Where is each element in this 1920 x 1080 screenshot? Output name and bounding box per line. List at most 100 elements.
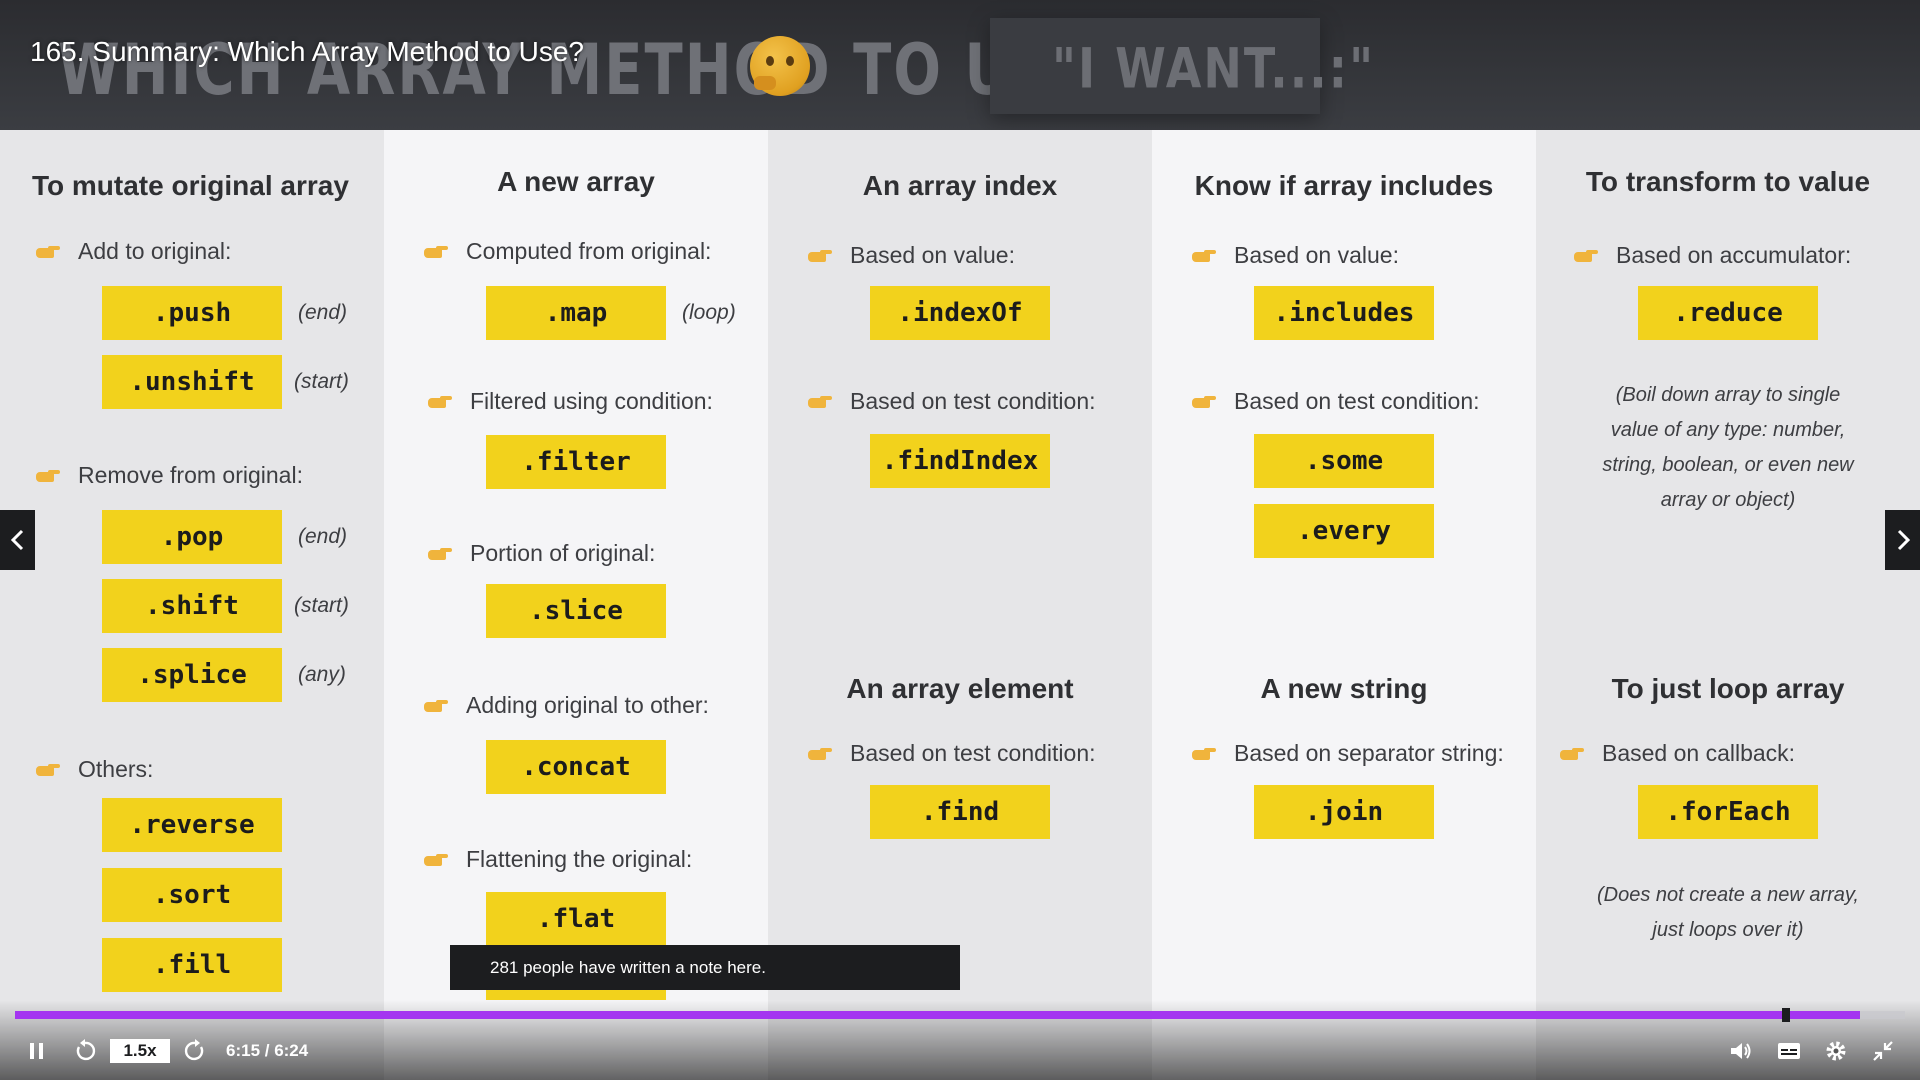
method-note: (start) xyxy=(294,594,349,617)
method-note: (end) xyxy=(298,525,348,548)
captions-button[interactable] xyxy=(1772,1034,1806,1068)
rewind-icon xyxy=(76,1039,96,1061)
progress-bar[interactable] xyxy=(15,1008,1905,1022)
method-concat: .concat xyxy=(486,740,666,794)
volume-button[interactable] xyxy=(1724,1034,1758,1068)
video-frame[interactable]: WHICH ARRAY METHOD TO USE? "I WANT...:" … xyxy=(0,0,1920,1080)
next-lecture-button[interactable] xyxy=(1885,510,1920,570)
method-note: (loop) xyxy=(682,301,736,324)
method-every: .every xyxy=(1254,504,1434,558)
rewind-button[interactable] xyxy=(68,1034,102,1068)
method-reverse: .reverse xyxy=(102,798,282,852)
column-title: To just loop array xyxy=(1611,673,1845,704)
column-title: An array element xyxy=(846,673,1074,704)
group-label: Based on test condition: xyxy=(808,740,1096,767)
column-transform: To transform to value Based on accumulat… xyxy=(1536,130,1920,1080)
column-title: Know if array includes xyxy=(1194,170,1494,201)
settings-button[interactable] xyxy=(1819,1034,1853,1068)
previous-lecture-button[interactable] xyxy=(0,510,35,570)
method-flat: .flat xyxy=(486,892,666,946)
group-label: Adding original to other: xyxy=(424,692,709,719)
pointing-hand-icon xyxy=(808,747,832,760)
group-label: Portion of original: xyxy=(428,540,655,567)
pointing-hand-icon xyxy=(1192,249,1216,262)
pointing-hand-icon xyxy=(1192,747,1216,760)
method-includes: .includes xyxy=(1254,286,1434,340)
group-label: Others: xyxy=(36,756,153,783)
method-note: (start) xyxy=(294,370,349,393)
group-label: Flattening the original: xyxy=(424,846,692,873)
method-pop: .pop xyxy=(102,510,282,564)
pointing-hand-icon xyxy=(428,395,452,408)
note-marker[interactable] xyxy=(1782,1008,1790,1022)
column-title: A new array xyxy=(497,166,655,197)
pointing-hand-icon xyxy=(424,245,448,258)
forward-icon xyxy=(184,1039,204,1061)
reduce-description: (Boil down array to single value of any … xyxy=(1602,384,1854,511)
progress-fill xyxy=(15,1011,1860,1019)
pause-icon xyxy=(30,1043,43,1059)
column-title: An array index xyxy=(862,170,1058,201)
volume-icon xyxy=(1731,1043,1751,1059)
pointing-hand-icon xyxy=(424,699,448,712)
captions-icon xyxy=(1778,1043,1800,1059)
pause-button[interactable] xyxy=(20,1034,54,1068)
pointing-hand-icon xyxy=(36,763,60,776)
group-label: Based on value: xyxy=(808,242,1015,269)
method-reduce: .reduce xyxy=(1638,286,1818,340)
method-map: .map xyxy=(486,286,666,340)
column-title: To transform to value xyxy=(1585,166,1871,197)
group-label: Based on test condition: xyxy=(808,388,1096,415)
chevron-left-icon xyxy=(10,529,23,551)
column-new-array: A new array Computed from original: .map… xyxy=(384,130,768,1080)
foreach-description: (Does not create a new array, just loops… xyxy=(1597,884,1859,941)
group-label: Based on test condition: xyxy=(1192,388,1480,415)
method-join: .join xyxy=(1254,785,1434,839)
lecture-title: 165. Summary: Which Array Method to Use? xyxy=(30,36,584,67)
method-note: (end) xyxy=(298,301,348,324)
i-want-label: "I WANT...:" xyxy=(1052,36,1376,101)
method-shift: .shift xyxy=(102,579,282,633)
column-array-index: An array index Based on value: .indexOf … xyxy=(768,130,1152,1080)
group-label: Based on callback: xyxy=(1560,740,1795,767)
method-indexof: .indexOf xyxy=(870,286,1050,340)
group-label: Computed from original: xyxy=(424,238,711,265)
time-display: 6:15 / 6:24 xyxy=(226,1041,309,1060)
group-label: Based on separator string: xyxy=(1192,740,1504,767)
group-label: Remove from original: xyxy=(36,462,303,489)
playback-speed-button[interactable]: 1.5x xyxy=(110,1039,170,1063)
method-foreach: .forEach xyxy=(1638,785,1818,839)
pointing-hand-icon xyxy=(424,853,448,866)
method-fill: .fill xyxy=(102,938,282,992)
note-tooltip[interactable]: 281 people have written a note here. xyxy=(450,945,960,990)
pointing-hand-icon xyxy=(1574,249,1598,262)
pointing-hand-icon xyxy=(1560,747,1584,760)
column-title: To mutate original array xyxy=(32,170,349,201)
method-some: .some xyxy=(1254,434,1434,488)
group-label: Based on value: xyxy=(1192,242,1399,269)
method-filter: .filter xyxy=(486,435,666,489)
column-includes: Know if array includes Based on value: .… xyxy=(1152,130,1536,1080)
method-push: .push xyxy=(102,286,282,340)
forward-button[interactable] xyxy=(178,1034,212,1068)
group-label: Based on accumulator: xyxy=(1574,242,1851,269)
settings-icon xyxy=(1826,1041,1846,1061)
method-findindex: .findIndex xyxy=(870,434,1050,488)
pointing-hand-icon xyxy=(428,547,452,560)
group-label: Add to original: xyxy=(36,238,231,265)
exit-fullscreen-button[interactable] xyxy=(1866,1034,1900,1068)
method-find: .find xyxy=(870,785,1050,839)
method-note: (any) xyxy=(298,663,346,686)
column-title: A new string xyxy=(1260,673,1428,704)
thinking-emoji-icon xyxy=(750,36,810,96)
pointing-hand-icon xyxy=(808,395,832,408)
method-sort: .sort xyxy=(102,868,282,922)
method-slice: .slice xyxy=(486,584,666,638)
method-splice: .splice xyxy=(102,648,282,702)
pointing-hand-icon xyxy=(36,245,60,258)
pointing-hand-icon xyxy=(808,249,832,262)
chevron-right-icon xyxy=(1897,529,1910,551)
column-mutate: To mutate original array Add to original… xyxy=(0,130,384,1080)
pointing-hand-icon xyxy=(1192,395,1216,408)
exit-fullscreen-icon xyxy=(1873,1041,1893,1061)
